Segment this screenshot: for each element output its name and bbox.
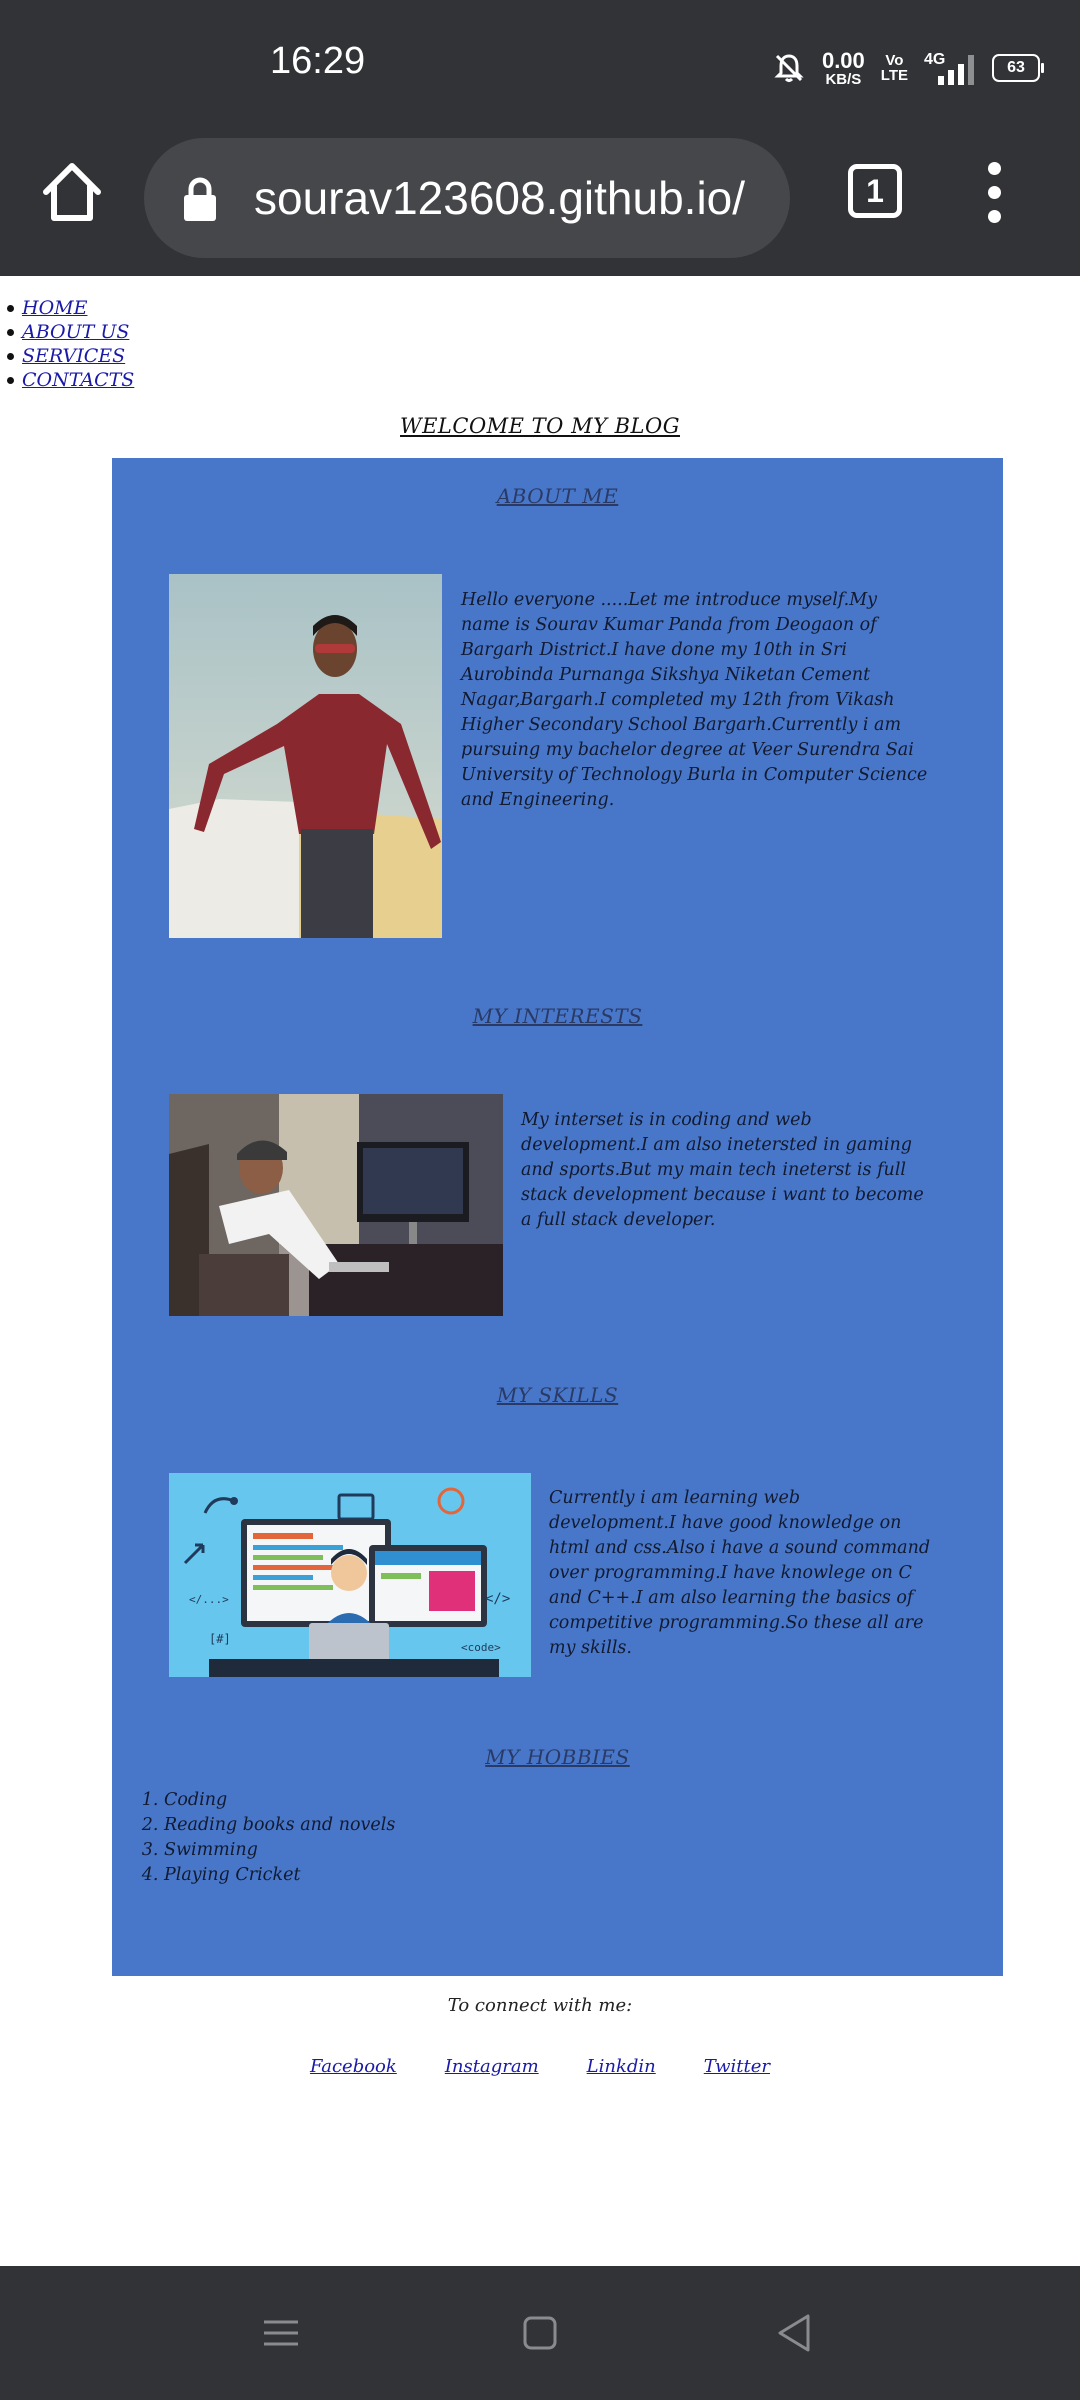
home-icon[interactable] [36,156,108,228]
list-item: Reading books and novels [164,1813,395,1838]
twitter-link[interactable]: Twitter [704,2056,770,2077]
social-links: Facebook Instagram Linkdin Twitter [0,2056,1080,2077]
system-nav-bar [0,2266,1080,2400]
home-square-icon[interactable] [517,2310,563,2356]
network-type: 4G [924,51,946,68]
interests-text: My interset is in coding and web develop… [521,1110,924,1230]
tab-switcher-button[interactable]: 1 [848,164,902,218]
signal-icon: 4G [924,51,976,85]
skills-text: Currently i am learning web development.… [549,1488,931,1658]
browser-toolbar: sourav123608.github.io/ 1 [0,130,1080,276]
url-text: sourav123608.github.io/ [254,172,746,224]
volte-indicator: Vo LTE [881,53,908,83]
page-title: WELCOME TO MY BLOG [400,414,680,438]
profile-photo [169,574,442,938]
status-time: 16:29 [270,40,366,82]
battery-level: 63 [1007,59,1025,76]
linkedin-link[interactable]: Linkdin [587,2056,656,2077]
nav-item-contacts: CONTACTS [0,368,134,392]
nav-link-about[interactable]: ABOUT US [22,321,129,343]
overflow-menu-icon[interactable] [980,158,1010,228]
network-speed: 0.00 KB/S [821,47,865,88]
skills-title: MY SKILLS [496,1383,619,1407]
svg-text:</>: </> [485,1591,510,1607]
connect-label: To connect with me: [447,1995,633,2016]
volte-bottom: LTE [880,67,908,84]
battery-icon: 63 [992,54,1044,82]
tab-count: 1 [866,172,884,209]
svg-text:[#]: [#] [209,1632,231,1646]
svg-text:</...>: </...> [189,1593,229,1606]
list-item: Playing Cricket [164,1863,395,1888]
instagram-link[interactable]: Instagram [445,2056,539,2077]
interests-title: MY INTERESTS [472,1004,643,1028]
nav-item-services: SERVICES [0,344,134,368]
hobbies-title: MY HOBBIES [485,1745,630,1769]
hobbies-list: Coding Reading books and novels Swimming… [138,1788,395,1888]
about-text: Hello everyone .....Let me introduce mys… [461,590,928,810]
back-triangle-icon[interactable] [772,2310,818,2356]
skills-illustration: </...> [#] </> <code> [169,1473,531,1677]
list-item: Swimming [164,1838,395,1863]
content-panel: ABOUT ME Hello everyone .....Let me intr… [112,458,1003,1976]
status-icons: 0.00 KB/S Vo LTE 4G 63 [772,46,1044,90]
lock-icon [184,177,216,221]
nav-item-about: ABOUT US [0,320,134,344]
site-nav: HOME ABOUT US SERVICES CONTACTS [0,296,134,392]
volte-top: Vo [885,52,904,69]
address-bar[interactable]: sourav123608.github.io/ [144,138,790,258]
interests-photo [169,1094,503,1316]
nav-link-services[interactable]: SERVICES [22,345,125,367]
facebook-link[interactable]: Facebook [310,2056,397,2077]
svg-text:<code>: <code> [461,1641,501,1654]
web-page: HOME ABOUT US SERVICES CONTACTS WELCOME … [0,276,1080,2266]
status-bar: 16:29 0.00 KB/S Vo LTE 4G 63 [0,0,1080,130]
about-title: ABOUT ME [496,484,619,508]
do-not-disturb-bell-icon [774,54,804,82]
nav-link-contacts[interactable]: CONTACTS [22,369,134,391]
nav-item-home: HOME [0,296,134,320]
list-item: Coding [164,1788,395,1813]
network-speed-unit: KB/S [825,70,862,88]
recents-menu-icon[interactable] [258,2310,304,2356]
network-speed-value: 0.00 [821,47,865,73]
nav-link-home[interactable]: HOME [22,297,87,319]
